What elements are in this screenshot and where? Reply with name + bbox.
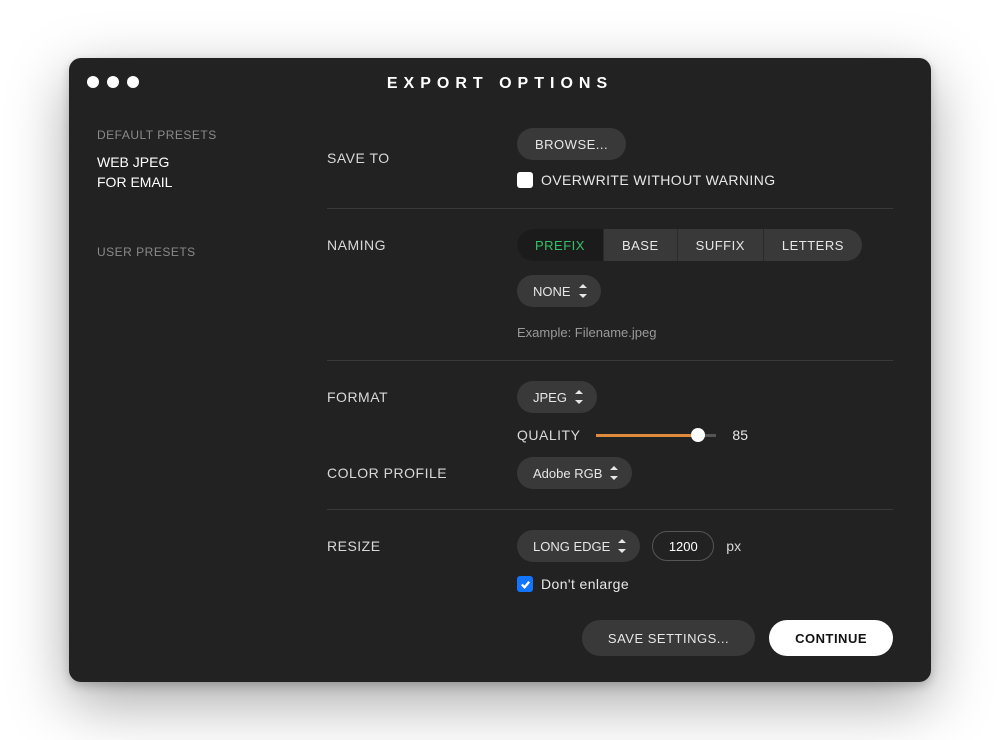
resize-label: RESIZE	[327, 538, 517, 554]
save-settings-button[interactable]: SAVE SETTINGS...	[582, 620, 755, 656]
sidebar: DEFAULT PRESETS WEB JPEG FOR EMAIL USER …	[69, 110, 289, 682]
overwrite-checkbox[interactable]	[517, 172, 533, 188]
updown-icon	[610, 466, 618, 480]
save-to-label: SAVE TO	[327, 150, 517, 166]
tab-prefix[interactable]: PREFIX	[517, 229, 604, 261]
continue-button[interactable]: CONTINUE	[769, 620, 893, 656]
overwrite-label: OVERWRITE WITHOUT WARNING	[541, 172, 776, 188]
footer-actions: SAVE SETTINGS... CONTINUE	[327, 620, 893, 656]
window-title: EXPORT OPTIONS	[387, 75, 613, 93]
resize-unit: px	[726, 538, 741, 554]
user-presets-header: USER PRESETS	[97, 245, 289, 259]
naming-example: Example: Filename.jpeg	[517, 325, 656, 340]
close-dot[interactable]	[87, 76, 99, 88]
updown-icon	[618, 539, 626, 553]
quality-value: 85	[732, 427, 760, 443]
preset-for-email[interactable]: FOR EMAIL	[97, 172, 289, 192]
resize-mode-dropdown[interactable]: LONG EDGE	[517, 530, 640, 562]
section-save-to: SAVE TO BROWSE... OVERWRITE WITHOUT WARN…	[327, 128, 893, 209]
tab-base[interactable]: BASE	[604, 229, 678, 261]
dont-enlarge-row[interactable]: Don't enlarge	[517, 576, 629, 592]
naming-dropdown[interactable]: NONE	[517, 275, 601, 307]
dont-enlarge-checkbox[interactable]	[517, 576, 533, 592]
export-options-window: EXPORT OPTIONS DEFAULT PRESETS WEB JPEG …	[69, 58, 931, 682]
resize-mode-value: LONG EDGE	[533, 539, 610, 554]
format-dropdown-value: JPEG	[533, 390, 567, 405]
format-label: FORMAT	[327, 389, 517, 405]
quality-slider-fill	[596, 434, 698, 437]
dont-enlarge-label: Don't enlarge	[541, 576, 629, 592]
section-naming: NAMING PREFIX BASE SUFFIX LETTERS	[327, 229, 893, 361]
updown-icon	[579, 284, 587, 298]
zoom-dot[interactable]	[127, 76, 139, 88]
minimize-dot[interactable]	[107, 76, 119, 88]
quality-slider[interactable]	[596, 434, 716, 437]
preset-web-jpeg[interactable]: WEB JPEG	[97, 152, 289, 172]
color-profile-value: Adobe RGB	[533, 466, 602, 481]
window-controls	[87, 76, 139, 88]
title-bar: EXPORT OPTIONS	[69, 58, 931, 110]
main-panel: SAVE TO BROWSE... OVERWRITE WITHOUT WARN…	[289, 110, 931, 682]
section-resize: RESIZE LONG EDGE px	[327, 530, 893, 612]
overwrite-checkbox-row[interactable]: OVERWRITE WITHOUT WARNING	[517, 172, 776, 188]
quality-control: QUALITY 85	[517, 427, 760, 443]
check-icon	[520, 579, 531, 590]
naming-tabs: PREFIX BASE SUFFIX LETTERS	[517, 229, 862, 261]
naming-dropdown-value: NONE	[533, 284, 571, 299]
tab-suffix[interactable]: SUFFIX	[678, 229, 764, 261]
color-profile-label: COLOR PROFILE	[327, 465, 517, 481]
browse-button[interactable]: BROWSE...	[517, 128, 626, 160]
section-format: FORMAT JPEG QUALITY	[327, 381, 893, 510]
format-dropdown[interactable]: JPEG	[517, 381, 597, 413]
default-presets-header: DEFAULT PRESETS	[97, 128, 289, 142]
naming-label: NAMING	[327, 237, 517, 253]
quality-slider-knob[interactable]	[691, 428, 705, 442]
quality-label: QUALITY	[517, 427, 580, 443]
color-profile-dropdown[interactable]: Adobe RGB	[517, 457, 632, 489]
tab-letters[interactable]: LETTERS	[764, 229, 862, 261]
updown-icon	[575, 390, 583, 404]
resize-size-input[interactable]	[652, 531, 714, 561]
